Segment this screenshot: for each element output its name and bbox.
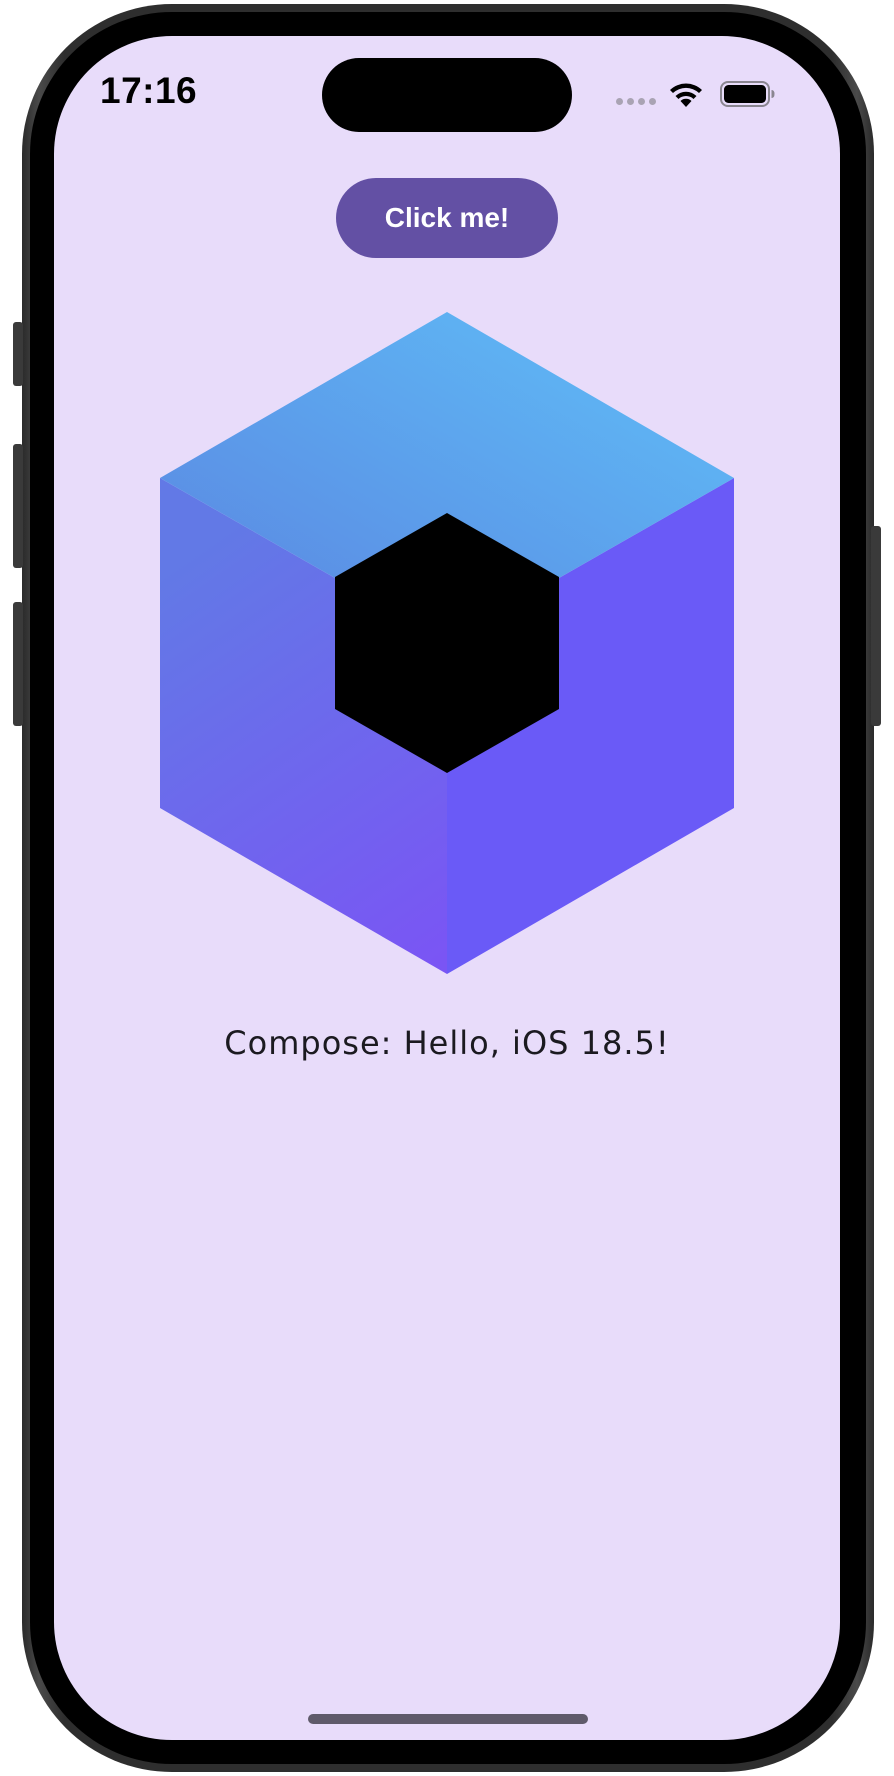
- volume-up-button: [13, 444, 23, 568]
- battery-icon: [720, 81, 775, 107]
- cellular-icon: [616, 98, 656, 106]
- status-time: 17:16: [100, 70, 198, 111]
- dynamic-island: [322, 58, 572, 132]
- compose-multiplatform-logo-icon: [160, 312, 734, 974]
- wifi-icon: [670, 83, 702, 107]
- click-me-button[interactable]: Click me!: [336, 178, 558, 258]
- greeting-text: Compose: Hello, iOS 18.5!: [224, 1024, 670, 1062]
- power-button: [871, 526, 881, 726]
- action-button: [13, 322, 23, 386]
- volume-down-button: [13, 602, 23, 726]
- home-indicator[interactable]: [308, 1714, 588, 1724]
